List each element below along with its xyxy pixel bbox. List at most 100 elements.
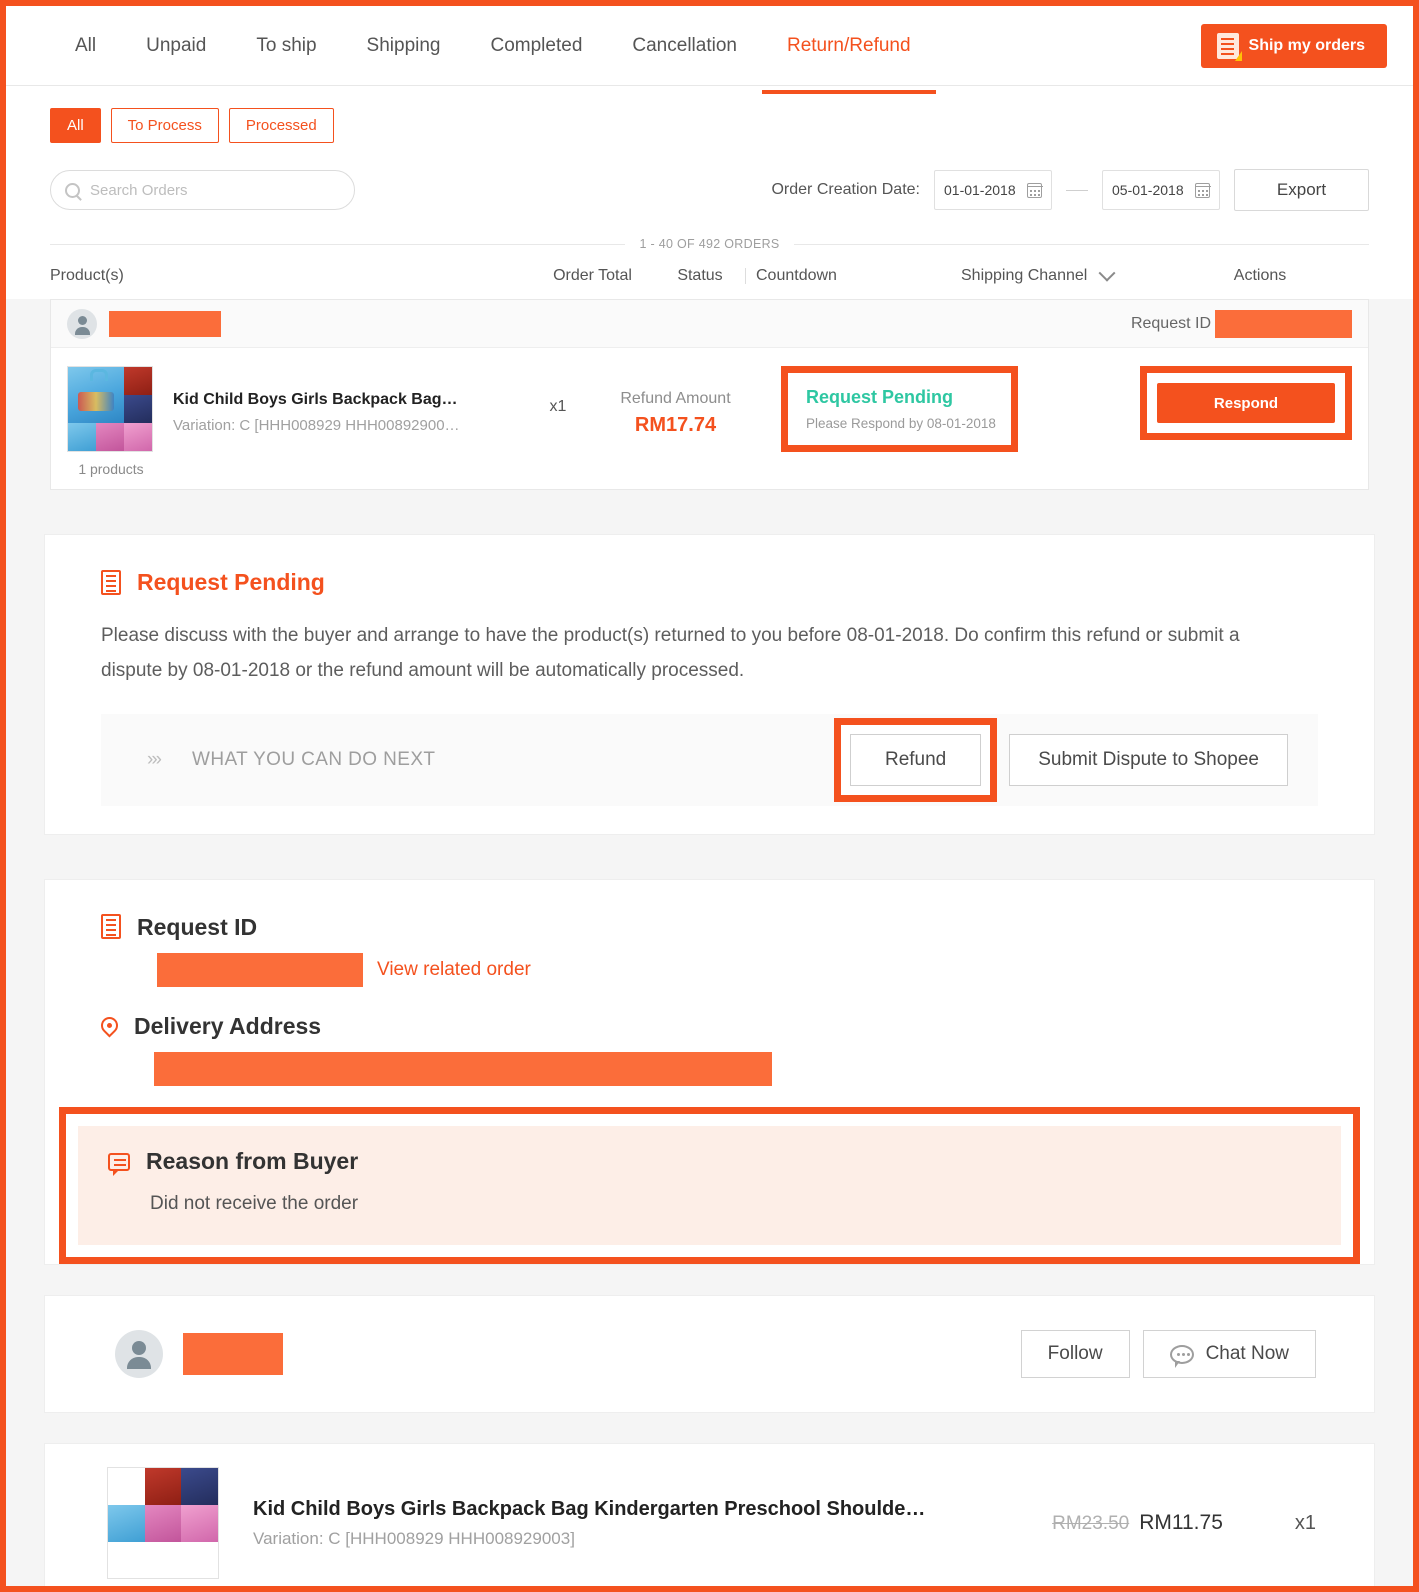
date-from-field[interactable]: 01-01-2018 [934,170,1052,210]
calendar-icon [1194,182,1211,198]
reason-from-buyer-text: Did not receive the order [150,1193,359,1215]
product-current-price: RM11.75 [1139,1511,1223,1535]
thumb-variant-2 [181,1468,218,1505]
tab-shipping[interactable]: Shipping [342,6,466,86]
buyer-name-redacted [183,1333,283,1376]
buyer-avatar [67,308,97,339]
comment-icon [108,1152,130,1176]
thumb-variant-1 [124,367,152,395]
thumb-variant-3 [68,423,96,451]
avatar-head [77,316,87,325]
tab-all[interactable]: All [50,6,121,86]
product-detail-card: Kid Child Boys Girls Backpack Bag Kinder… [44,1443,1375,1586]
reason-header: Reason from Buyer [108,1148,1311,1176]
column-header-order-total: Order Total [553,267,632,284]
order-count-text: 1 - 40 OF 492 ORDERS [639,237,780,251]
top-navigation: All Unpaid To ship Shipping Completed Ca… [6,6,1413,94]
ship-my-orders-button[interactable]: Ship my orders [1200,23,1387,68]
document-icon [101,570,121,595]
search-orders-box[interactable] [50,170,355,210]
date-range-separator [1066,189,1088,191]
reason-from-buyer-box: Reason from Buyer Did not receive the or… [78,1126,1341,1246]
avatar-body [127,1357,151,1370]
request-id-value-row: View related order [157,953,531,988]
location-pin-icon [97,1013,122,1038]
column-header-actions: Actions [1233,267,1287,284]
submit-dispute-button[interactable]: Submit Dispute to Shopee [1009,734,1288,787]
chip-processed[interactable]: Processed [228,108,334,143]
shipping-channel-label: Shipping Channel [961,267,1088,284]
product-detail-price-group: RM23.50 RM11.75 [1052,1511,1223,1535]
buyer-avatar-large [115,1330,163,1379]
chip-to-process[interactable]: To Process [110,108,219,143]
chevron-down-icon[interactable] [1098,264,1116,282]
thumb-variant-4 [96,423,124,451]
chat-now-button[interactable]: Chat Now [1142,1330,1316,1379]
request-id-label: Request ID [1130,314,1211,332]
order-status-subtitle: Please Respond by 08-01-2018 [806,416,996,431]
refund-button[interactable]: Refund [849,734,982,787]
request-id-row: Request ID View related order [45,914,1374,988]
order-product-variation: Variation: C [HHH008929 HHH00892900… [173,416,460,434]
order-product-info: Kid Child Boys Girls Backpack Bag… Varia… [173,366,528,434]
tab-return-refund[interactable]: Return/Refund [761,6,936,94]
thumb-main-image [108,1468,145,1505]
thumb-variant-4 [144,1504,182,1542]
ship-my-orders-label: Ship my orders [1248,36,1365,54]
order-card-header: Request ID [51,300,1368,348]
tab-cancellation[interactable]: Cancellation [607,6,762,86]
request-id-title: Request ID [137,914,258,941]
table-header-row: Product(s) Order Total Status Countdown … [6,251,1413,299]
order-status-title: Request Pending [806,387,954,407]
order-actions-column: Respond [1140,366,1352,440]
avatar-head [132,1341,146,1356]
product-detail-thumbnail[interactable] [107,1467,219,1580]
request-info-card: Request ID View related order Delivery A… [44,879,1375,1266]
column-header-status: Status [677,267,723,284]
order-card: Request ID 1 products Kid Child Boys Gir… [50,299,1369,490]
order-management-page: All Unpaid To ship Shipping Completed Ca… [0,0,1419,1592]
request-id-value-redacted [157,953,363,988]
follow-button[interactable]: Follow [1020,1330,1130,1379]
view-related-order-link[interactable]: View related order [377,959,531,981]
respond-button[interactable]: Respond [1157,383,1335,423]
filter-bar: All To Process Processed Order Creation … [6,86,1413,229]
calendar-icon [1026,182,1043,198]
chip-all[interactable]: All [50,108,101,143]
tab-completed[interactable]: Completed [466,6,608,86]
date-from-value: 01-01-2018 [944,182,1016,198]
next-actions-label: WHAT YOU CAN DO NEXT [191,749,436,771]
divider-right [793,243,1370,245]
order-product-title: Kid Child Boys Girls Backpack Bag… [173,391,458,408]
status-annotation-box: Request Pending Please Respond by 08-01-… [781,366,1018,452]
avatar-body [74,326,90,335]
request-id-group: Request ID [1130,309,1352,338]
tab-unpaid[interactable]: Unpaid [121,6,231,86]
export-button[interactable]: Export [1234,169,1369,211]
column-header-shipping-channel[interactable]: Shipping Channel [961,264,1151,285]
date-to-value: 05-01-2018 [1112,182,1184,198]
reason-annotation-box: Reason from Buyer Did not receive the or… [59,1107,1360,1265]
request-pending-header: Request Pending [45,569,1374,596]
tab-to-ship[interactable]: To ship [231,6,341,86]
request-id-redacted [1215,309,1352,338]
order-card-body: 1 products Kid Child Boys Girls Backpack… [51,348,1368,489]
thumb-variant-5 [181,1504,218,1542]
buyer-name-redacted [109,310,221,337]
buyer-action-buttons: Follow Chat Now [1020,1330,1316,1379]
thumb-variant-5 [124,423,152,451]
column-header-countdown: Countdown [756,267,837,284]
search-input[interactable] [90,181,340,199]
refund-annotation-box: Refund [833,718,998,803]
product-detail-title: Kid Child Boys Girls Backpack Bag Kinder… [253,1497,933,1520]
product-thumbnail[interactable] [67,366,153,452]
header-separator [745,268,746,284]
order-count-divider: 1 - 40 OF 492 ORDERS [6,229,1413,251]
divider-left [50,243,626,245]
date-to-field[interactable]: 05-01-2018 [1102,170,1220,210]
order-product-thumbnail-group: 1 products [67,366,155,477]
chat-now-label: Chat Now [1205,1343,1289,1365]
order-refund-column: Refund Amount RM17.74 [588,366,763,437]
search-icon [65,182,80,198]
chevron-right-triple-icon: ››› [147,749,162,771]
